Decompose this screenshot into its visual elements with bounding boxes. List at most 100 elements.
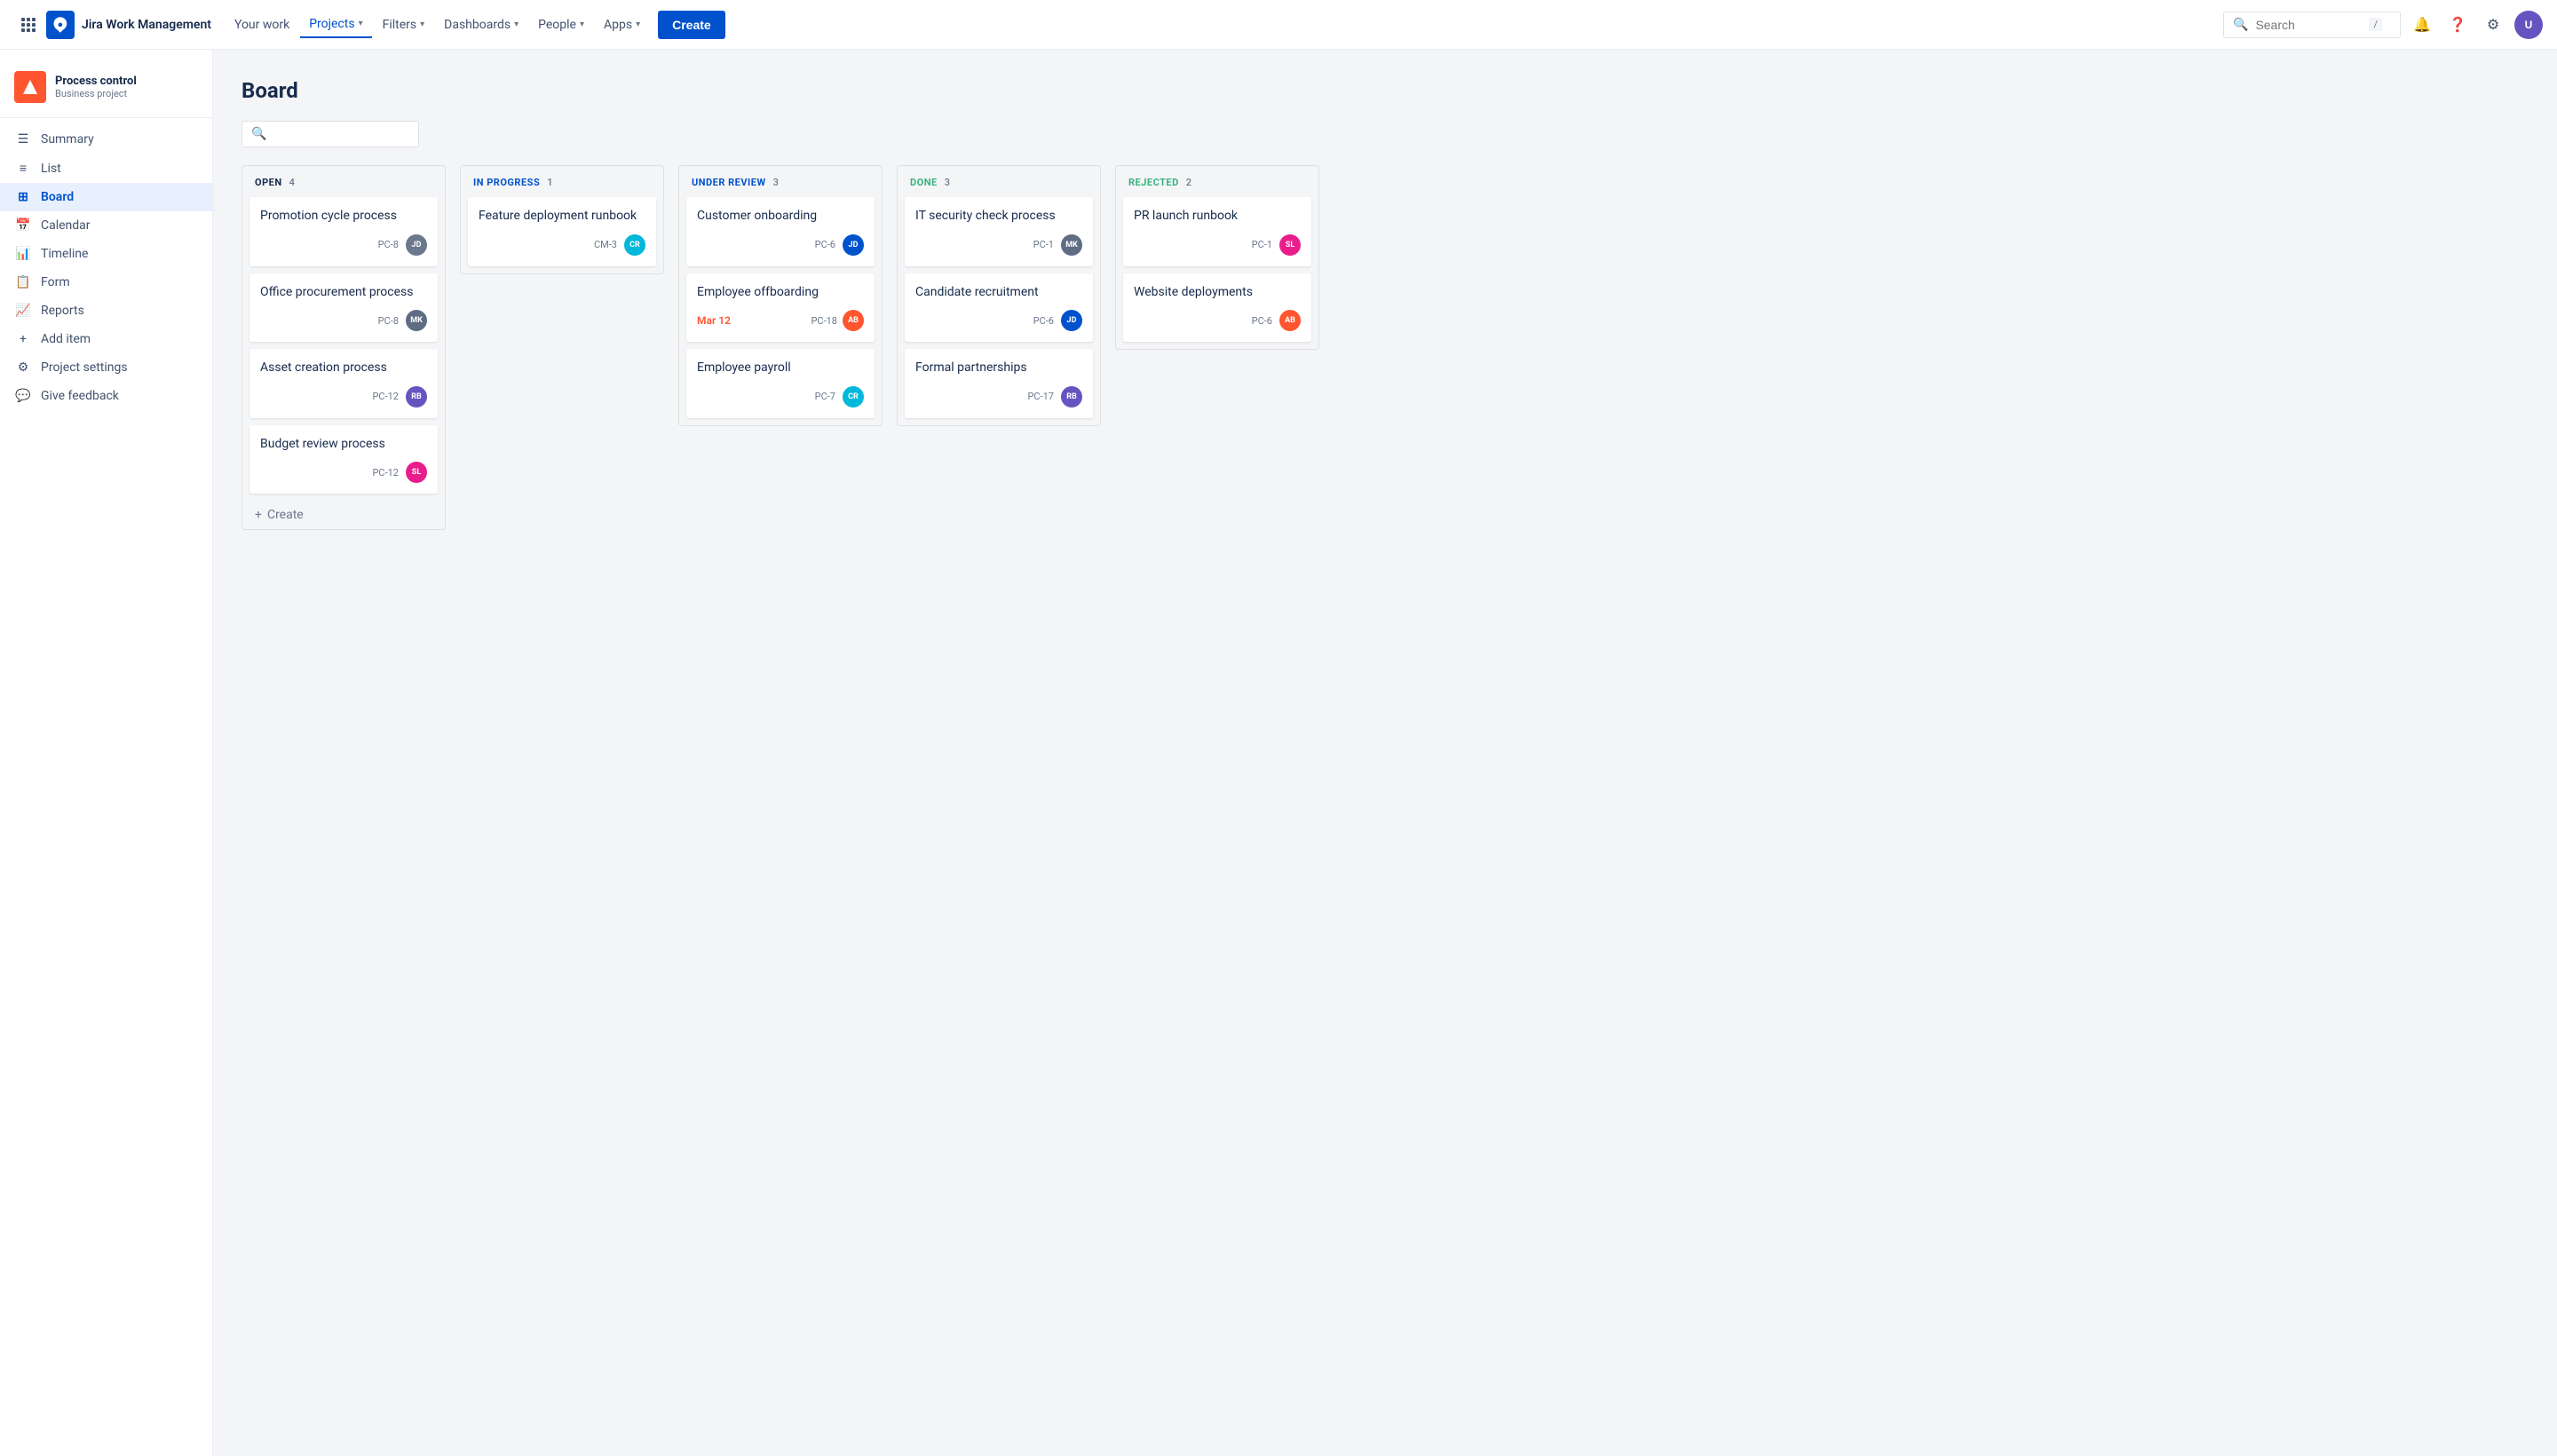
- reports-icon: 📈: [14, 304, 32, 318]
- topnav-right-section: 🔍 / 🔔 ❓ ⚙ U: [2223, 11, 2543, 39]
- table-row[interactable]: IT security check process PC-1 MK: [905, 197, 1093, 266]
- settings-button[interactable]: ⚙: [2479, 11, 2507, 39]
- board-search-icon: 🔍: [251, 127, 266, 141]
- table-row[interactable]: Website deployments PC-6 AB: [1123, 273, 1311, 343]
- help-button[interactable]: ❓: [2443, 11, 2472, 39]
- sidebar-item-give-feedback[interactable]: 💬 Give feedback: [0, 382, 212, 410]
- card-id: PC-6: [815, 239, 835, 250]
- avatar: MK: [406, 310, 427, 331]
- list-icon: ≡: [14, 161, 32, 176]
- notifications-button[interactable]: 🔔: [2408, 11, 2436, 39]
- column-under-review-cards: Customer onboarding PC-6 JD Employee off…: [679, 197, 882, 425]
- create-card-button[interactable]: + Create: [242, 501, 445, 529]
- column-under-review: UNDER REVIEW 3 Customer onboarding PC-6 …: [678, 165, 883, 426]
- summary-icon: ☰: [14, 132, 32, 146]
- card-title: IT security check process: [915, 208, 1082, 226]
- card-due-date: Mar 12: [697, 314, 731, 327]
- card-id: PC-8: [378, 315, 399, 327]
- column-rejected-cards: PR launch runbook PC-1 SL Website deploy…: [1116, 197, 1318, 349]
- project-name: Process control: [55, 75, 137, 88]
- grid-menu-icon[interactable]: [14, 11, 43, 39]
- card-id: PC-1: [1252, 239, 1272, 250]
- column-in-progress-title: IN PROGRESS: [473, 177, 540, 188]
- table-row[interactable]: Feature deployment runbook CM-3 CR: [468, 197, 656, 266]
- card-title: Office procurement process: [260, 284, 427, 302]
- avatar: AB: [843, 310, 864, 331]
- avatar: CR: [843, 386, 864, 408]
- avatar: MK: [1061, 234, 1082, 256]
- card-id: PC-12: [372, 391, 399, 402]
- search-input[interactable]: [2255, 18, 2362, 32]
- project-icon: [14, 71, 46, 103]
- column-in-progress-count: 1: [547, 177, 552, 188]
- apps-chevron-icon: ▾: [636, 20, 640, 29]
- nav-people[interactable]: People ▾: [529, 12, 593, 37]
- sidebar-navigation: ☰ Summary ≡ List ⊞ Board 📅 Calendar 📊 Ti…: [0, 125, 212, 410]
- table-row[interactable]: Office procurement process PC-8 MK: [249, 273, 438, 343]
- sidebar-item-reports[interactable]: 📈 Reports: [0, 297, 212, 325]
- sidebar: Process control Business project ☰ Summa…: [0, 50, 213, 1456]
- sidebar-item-list[interactable]: ≡ List: [0, 154, 212, 183]
- card-title: Budget review process: [260, 436, 427, 454]
- search-box[interactable]: 🔍 /: [2223, 12, 2401, 38]
- timeline-icon: 📊: [14, 247, 32, 261]
- card-title: Promotion cycle process: [260, 208, 427, 226]
- form-icon: 📋: [14, 275, 32, 289]
- sidebar-item-timeline[interactable]: 📊 Timeline: [0, 240, 212, 268]
- sidebar-item-project-settings[interactable]: ⚙ Project settings: [0, 353, 212, 382]
- calendar-icon: 📅: [14, 218, 32, 233]
- column-done-title: DONE: [910, 177, 938, 188]
- sidebar-item-board[interactable]: ⊞ Board: [0, 183, 212, 211]
- feedback-icon: 💬: [14, 389, 32, 403]
- table-row[interactable]: Customer onboarding PC-6 JD: [686, 197, 875, 266]
- avatar: AB: [1279, 310, 1301, 331]
- column-open-count: 4: [289, 177, 295, 188]
- column-under-review-count: 3: [773, 177, 779, 188]
- user-avatar-button[interactable]: U: [2514, 11, 2543, 39]
- table-row[interactable]: Budget review process PC-12 SL: [249, 425, 438, 495]
- top-navigation: Jira Work Management Your work Projects …: [0, 0, 2557, 50]
- table-row[interactable]: Candidate recruitment PC-6 JD: [905, 273, 1093, 343]
- table-row[interactable]: Employee offboarding Mar 12 PC-18 AB: [686, 273, 875, 343]
- settings-icon: ⚙: [14, 360, 32, 375]
- nav-filters[interactable]: Filters ▾: [374, 12, 434, 37]
- nav-your-work[interactable]: Your work: [226, 12, 298, 37]
- sidebar-item-form[interactable]: 📋 Form: [0, 268, 212, 297]
- avatar: RB: [406, 386, 427, 408]
- sidebar-item-calendar[interactable]: 📅 Calendar: [0, 211, 212, 240]
- table-row[interactable]: PR launch runbook PC-1 SL: [1123, 197, 1311, 266]
- main-navigation: Your work Projects ▾ Filters ▾ Dashboard…: [226, 11, 2220, 39]
- board-search-box[interactable]: 🔍: [241, 121, 419, 147]
- sidebar-item-add-item[interactable]: + Add item: [0, 325, 212, 353]
- avatar: JD: [1061, 310, 1082, 331]
- avatar: RB: [1061, 386, 1082, 408]
- card-title: Candidate recruitment: [915, 284, 1082, 302]
- card-id: PC-8: [378, 239, 399, 250]
- table-row[interactable]: Asset creation process PC-12 RB: [249, 349, 438, 418]
- card-id: PC-1: [1033, 239, 1054, 250]
- card-id: CM-3: [594, 239, 617, 250]
- column-done-count: 3: [945, 177, 950, 188]
- table-row[interactable]: Promotion cycle process PC-8 JD: [249, 197, 438, 266]
- board-columns: OPEN 4 Promotion cycle process PC-8 JD: [241, 165, 2529, 530]
- board-search-input[interactable]: [273, 127, 398, 141]
- table-row[interactable]: Employee payroll PC-7 CR: [686, 349, 875, 418]
- sidebar-item-summary[interactable]: ☰ Summary: [0, 125, 212, 154]
- avatar: SL: [1279, 234, 1301, 256]
- sidebar-project-header: Process control Business project: [0, 64, 212, 118]
- table-row[interactable]: Formal partnerships PC-17 RB: [905, 349, 1093, 418]
- search-icon: 🔍: [2233, 18, 2248, 32]
- search-shortcut: /: [2369, 18, 2382, 31]
- nav-dashboards[interactable]: Dashboards ▾: [435, 12, 527, 37]
- card-id: PC-6: [1033, 315, 1054, 327]
- nav-projects[interactable]: Projects ▾: [300, 12, 371, 38]
- avatar: CR: [624, 234, 645, 256]
- card-title: Formal partnerships: [915, 360, 1082, 377]
- column-done: DONE 3 IT security check process PC-1 MK…: [897, 165, 1101, 426]
- project-type: Business project: [55, 88, 137, 99]
- create-button[interactable]: Create: [658, 11, 725, 39]
- app-logo[interactable]: Jira Work Management: [46, 11, 211, 39]
- people-chevron-icon: ▾: [580, 20, 584, 29]
- nav-apps[interactable]: Apps ▾: [595, 12, 649, 37]
- column-rejected-title: REJECTED: [1128, 177, 1179, 188]
